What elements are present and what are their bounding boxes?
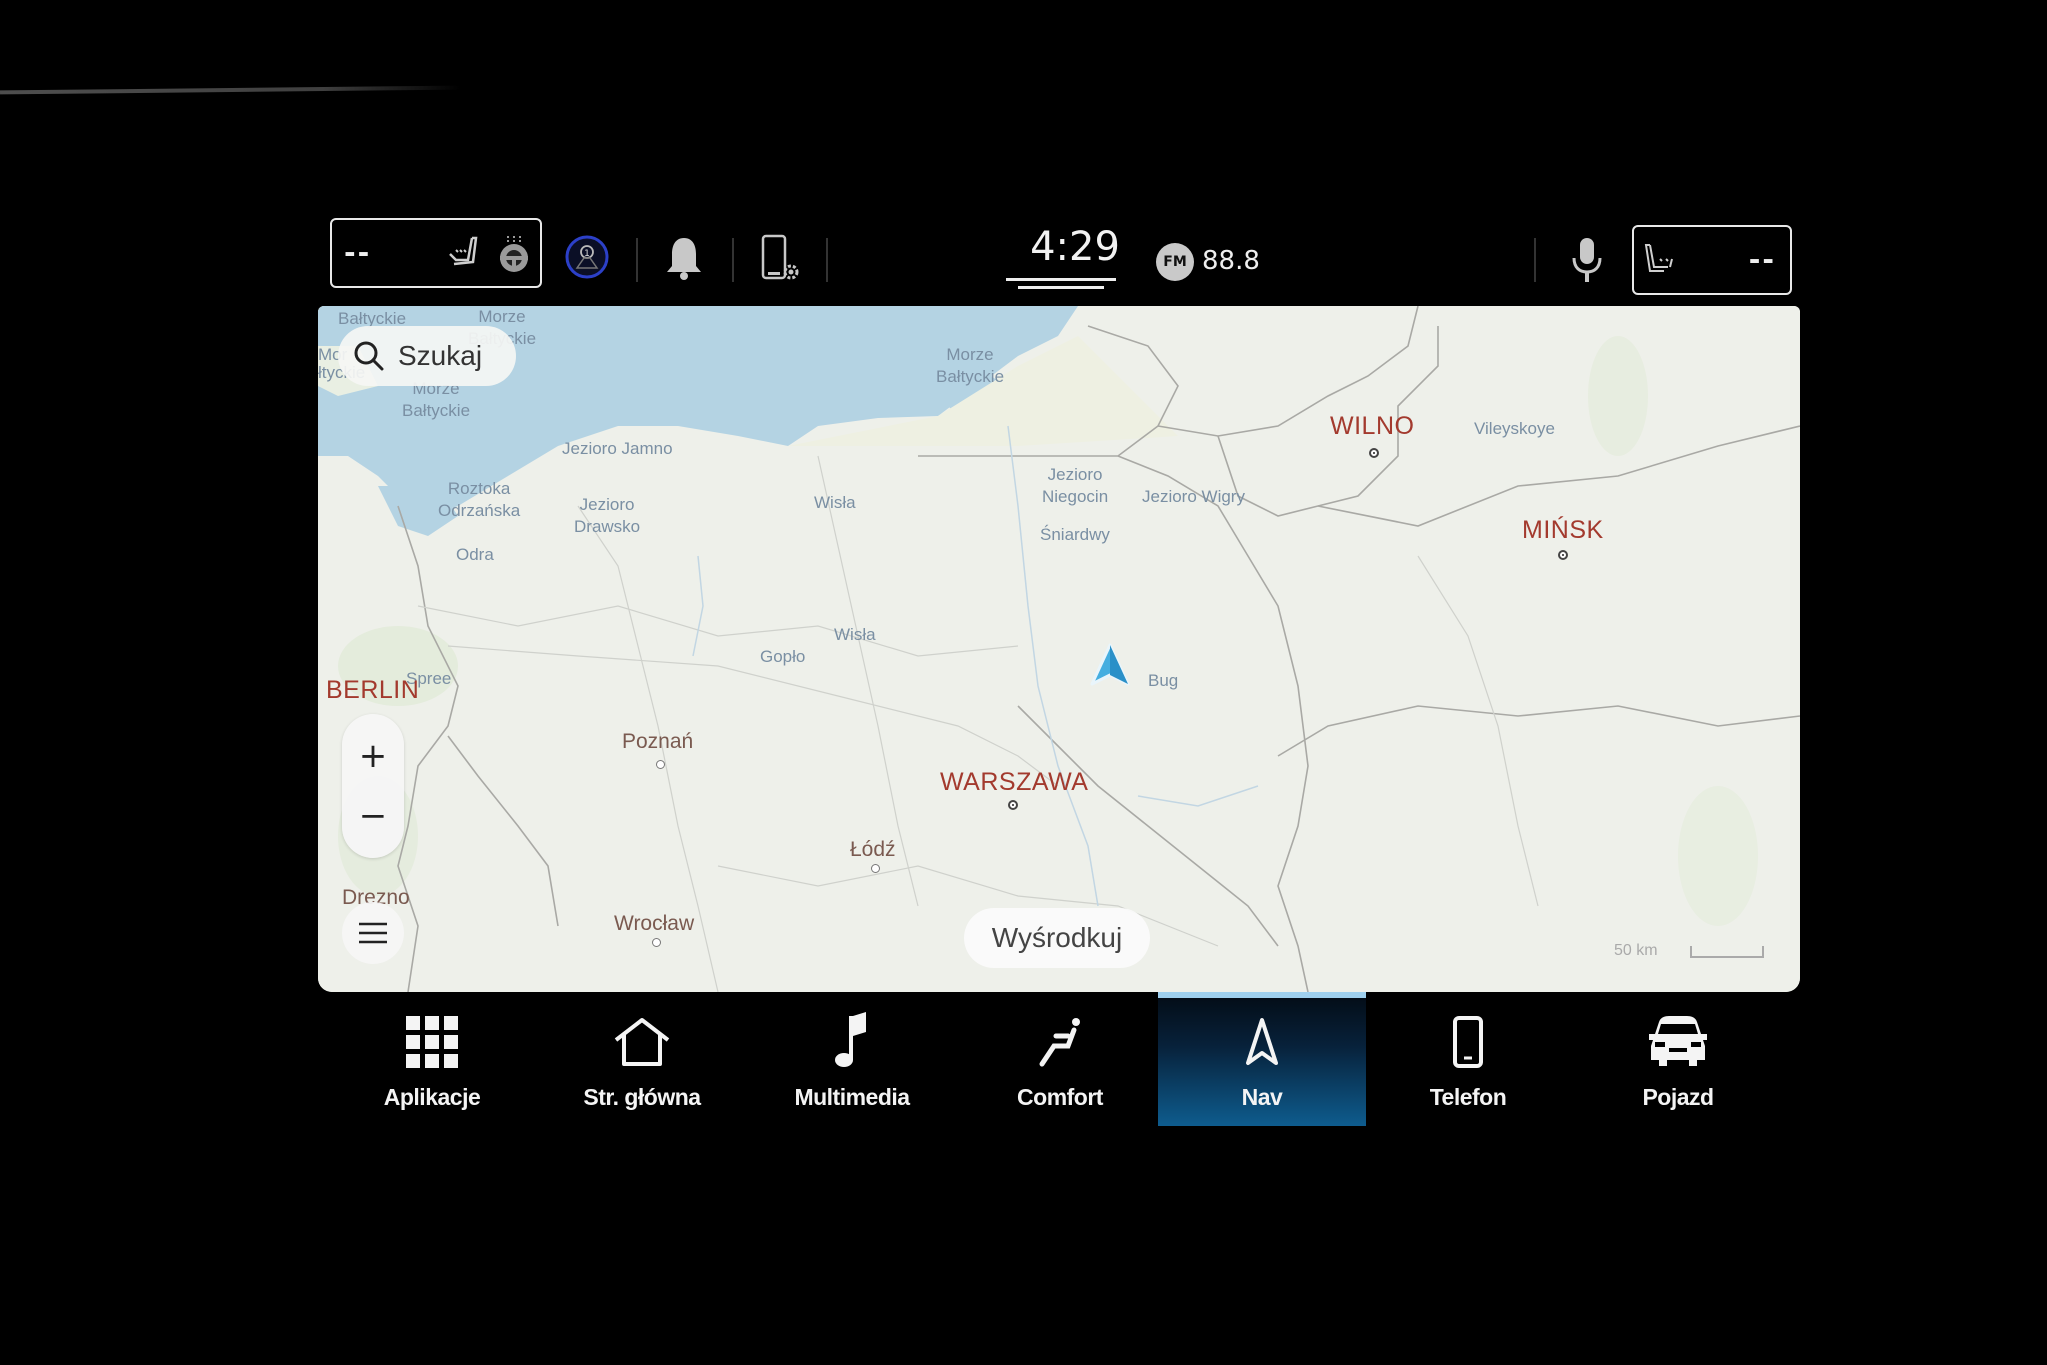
city-marker [1369, 448, 1379, 458]
map-menu-button[interactable] [342, 902, 404, 964]
water-label: Wisła [834, 625, 876, 644]
right-climate-control[interactable]: -- [1632, 225, 1792, 295]
home-icon [538, 1010, 746, 1074]
nav-item-multimedia[interactable]: Multimedia [748, 992, 956, 1126]
city-marker [871, 864, 880, 873]
capital-label[interactable]: BERLIN [326, 676, 419, 705]
search-icon [352, 339, 386, 373]
water-label: Morze Bałtyckie [936, 345, 1005, 386]
map-scale-bar [1690, 946, 1764, 958]
city-label[interactable]: Wrocław [614, 912, 694, 936]
nav-label: Str. główna [583, 1084, 701, 1110]
water-label: Jezioro Niegocin [1042, 465, 1109, 506]
clock: 4:29 [1030, 224, 1120, 270]
bell-icon[interactable] [664, 234, 704, 286]
seat-comfort-icon [956, 1010, 1164, 1074]
nav-item-nav[interactable]: Nav [1158, 992, 1366, 1126]
search-label: Szukaj [398, 340, 483, 371]
bottom-navigation-bar: Aplikacje Str. główna Multimedia Comfort… [320, 992, 1800, 1126]
heated-steering-wheel-icon[interactable] [496, 234, 532, 278]
search-button[interactable]: Szukaj [338, 326, 516, 386]
water-label: Bug [1148, 671, 1179, 690]
apps-grid-icon [328, 1010, 536, 1074]
city-marker [652, 938, 661, 947]
hamburger-menu-icon [359, 922, 387, 948]
nav-label: Multimedia [794, 1084, 910, 1110]
seat-heat-icon[interactable] [442, 232, 486, 280]
nav-label: Pojazd [1642, 1084, 1714, 1110]
radio-frequency[interactable]: 88.8 [1202, 246, 1260, 276]
water-label: Vileyskoye [1474, 419, 1555, 438]
water-label: Jezioro Jamno [562, 439, 673, 458]
zoom-control: + − [342, 714, 404, 858]
water-label: Jezioro Drawsko [574, 495, 641, 536]
water-label: Odra [456, 545, 494, 564]
city-marker [1558, 550, 1568, 560]
phone-settings-icon[interactable] [760, 234, 800, 288]
divider [636, 238, 638, 282]
current-location-arrow-icon [1088, 642, 1132, 694]
seat-heat-icon[interactable] [1642, 239, 1686, 287]
city-label[interactable]: Łódź [850, 838, 896, 862]
capital-label[interactable]: MIŃSK [1522, 516, 1604, 545]
recenter-button[interactable]: Wyśrodkuj [964, 908, 1150, 968]
city-marker [656, 760, 665, 769]
nav-label: Comfort [1017, 1084, 1103, 1110]
nav-item-vehicle[interactable]: Pojazd [1574, 992, 1782, 1126]
nav-item-comfort[interactable]: Comfort [956, 992, 1164, 1126]
water-label: Śniardwy [1040, 525, 1110, 544]
water-label: Roztoka Odrzańska [438, 479, 521, 520]
clock-underline [1018, 286, 1104, 289]
left-climate-control[interactable]: -- [330, 218, 542, 288]
nav-item-home[interactable]: Str. główna [538, 992, 746, 1126]
map-base [318, 306, 1800, 992]
nav-label: Nav [1241, 1084, 1283, 1110]
zoom-in-button[interactable]: + [342, 726, 404, 786]
water-label: Gopło [760, 647, 806, 666]
nav-item-phone[interactable]: Telefon [1364, 992, 1572, 1126]
divider [732, 238, 734, 282]
radio-band-badge[interactable]: FM [1156, 243, 1194, 281]
driver-alert-icon[interactable]: 1 [564, 234, 610, 284]
car-icon [1574, 1010, 1782, 1074]
status-bar: -- 1 4:29 FM 88.8 -- [320, 216, 1800, 296]
left-temperature: -- [344, 236, 372, 269]
city-marker [1008, 800, 1018, 810]
water-label: Jezioro Wigry [1142, 487, 1245, 506]
zoom-out-button[interactable]: − [342, 786, 404, 846]
divider [826, 238, 828, 282]
music-note-icon [748, 1010, 956, 1074]
microphone-icon[interactable] [1570, 236, 1604, 288]
navigation-map[interactable]: Bałtyckie Morze Bałtyckie Mor łtyckie Mo… [318, 306, 1800, 992]
nav-label: Aplikacje [383, 1084, 481, 1110]
right-temperature: -- [1748, 243, 1776, 276]
city-label[interactable]: Poznań [622, 730, 693, 754]
phone-icon [1364, 1010, 1572, 1074]
map-scale-label: 50 km [1614, 942, 1658, 959]
screen-glare [0, 85, 461, 95]
clock-underline [1006, 278, 1116, 281]
capital-label[interactable]: WILNO [1330, 412, 1414, 441]
navigation-arrow-icon [1158, 1010, 1366, 1074]
divider [1534, 238, 1536, 282]
nav-label: Telefon [1429, 1084, 1507, 1110]
capital-label[interactable]: WARSZAWA [940, 768, 1088, 797]
nav-item-apps[interactable]: Aplikacje [328, 992, 536, 1126]
water-label: Wisła [814, 493, 856, 512]
